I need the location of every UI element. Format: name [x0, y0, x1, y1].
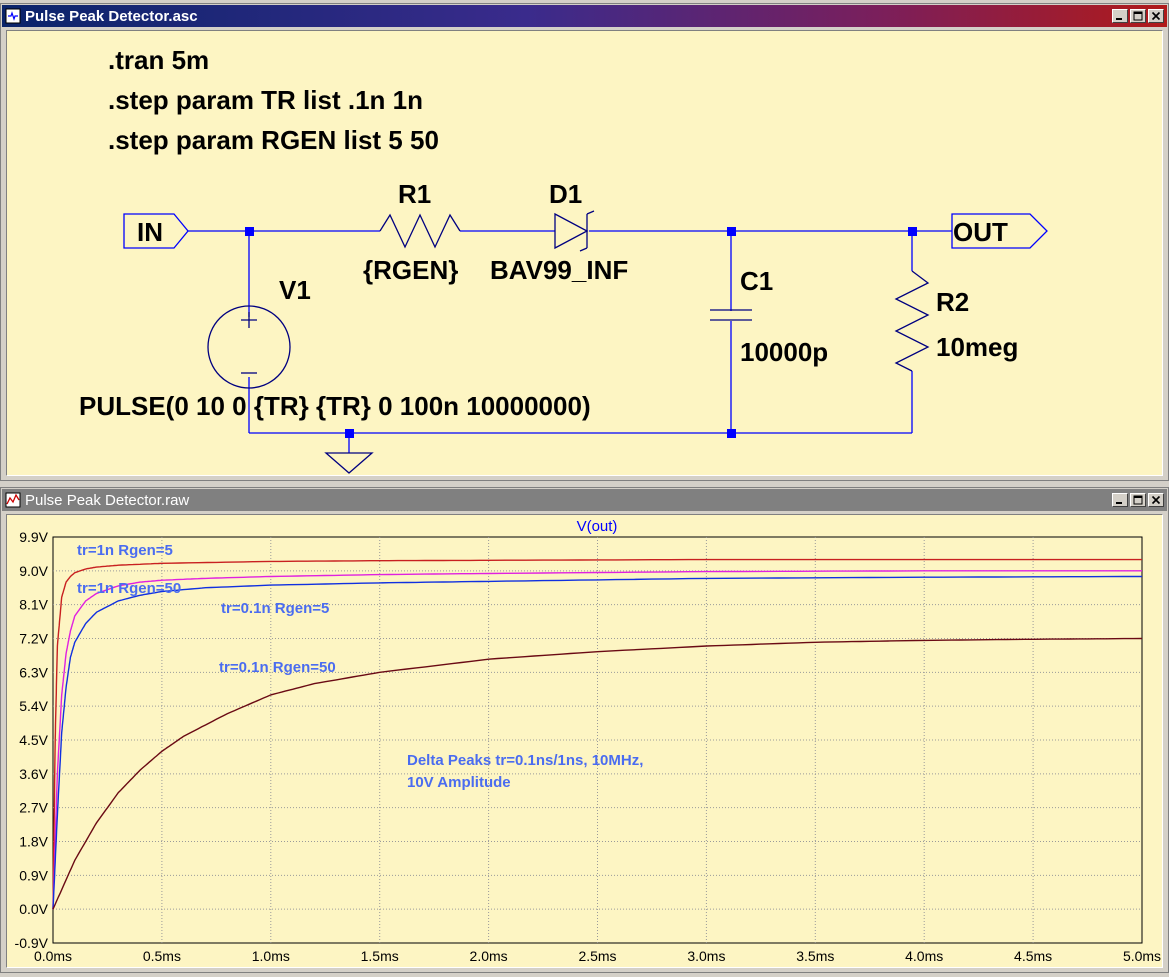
in-label-text: IN: [137, 217, 163, 247]
y-tick-label: 7.2V: [19, 631, 48, 647]
diode-d1[interactable]: D1 BAV99_INF: [490, 179, 628, 285]
annotation-line-2[interactable]: 10V Amplitude: [407, 774, 511, 791]
ground-symbol[interactable]: [324, 452, 374, 474]
waveform-viewer[interactable]: 0.0ms 0.5ms 1.0ms 1.5ms 2.0ms 2.5ms 3.0ms 3.5ms…: [6, 514, 1163, 968]
minimize-icon: [1116, 502, 1122, 504]
label-tr1n-rgen5[interactable]: tr=1n Rgen=5: [77, 542, 173, 559]
v1-ref: V1: [279, 275, 311, 305]
y-tick-label: 1.8V: [19, 834, 48, 850]
x-tick-label: 3.0ms: [687, 948, 725, 964]
grid: [53, 537, 1142, 943]
x-tick-label: 0.5ms: [143, 948, 181, 964]
trace-title[interactable]: V(out): [577, 518, 618, 535]
waveform-plot[interactable]: 0.0ms 0.5ms 1.0ms 1.5ms 2.0ms 2.5ms 3.0ms 3.5ms…: [7, 515, 1163, 968]
r2-value: 10meg: [936, 332, 1018, 362]
x-tick-label: 1.0ms: [252, 948, 290, 964]
out-label-text: OUT: [953, 217, 1008, 247]
schematic-canvas[interactable]: .tran 5m .step param TR list .1n 1n .ste…: [6, 30, 1163, 476]
x-tick-label: 3.5ms: [796, 948, 834, 964]
schematic-drawing: .tran 5m .step param TR list .1n 1n .ste…: [79, 45, 1048, 474]
label-tr1n-rgen50[interactable]: tr=1n Rgen=50: [77, 580, 181, 597]
close-button[interactable]: [1148, 9, 1164, 23]
minimize-button[interactable]: [1112, 9, 1128, 23]
schematic-window: Pulse Peak Detector.asc .tran 5m .step p…: [0, 3, 1169, 481]
capacitor-c1[interactable]: C1 10000p: [710, 266, 828, 367]
y-tick-label: 9.0V: [19, 563, 48, 579]
x-tick-label: 4.0ms: [905, 948, 943, 964]
restore-icon: [1133, 495, 1143, 505]
resistor-r2[interactable]: R2 10meg: [894, 270, 1018, 372]
y-tick-label: 6.3V: [19, 664, 48, 680]
net-label-out[interactable]: OUT: [951, 213, 1048, 249]
y-tick-label: -0.9V: [15, 935, 49, 951]
d1-value: BAV99_INF: [490, 255, 628, 285]
restore-button[interactable]: [1130, 9, 1146, 23]
close-icon: [1151, 11, 1161, 21]
y-tick-label: 5.4V: [19, 698, 48, 714]
x-tick-label: 4.5ms: [1014, 948, 1052, 964]
r2-ref: R2: [936, 287, 969, 317]
y-tick-label: 2.7V: [19, 800, 48, 816]
schematic-titlebar[interactable]: Pulse Peak Detector.asc: [2, 5, 1167, 27]
plot-title: Pulse Peak Detector.raw: [25, 491, 190, 509]
y-tick-label: 0.0V: [19, 901, 48, 917]
plot-titlebar[interactable]: Pulse Peak Detector.raw: [2, 489, 1167, 511]
minimize-icon: [1116, 18, 1122, 20]
annotation-line-1[interactable]: Delta Peaks tr=0.1ns/1ns, 10MHz,: [407, 752, 643, 769]
directive-tran[interactable]: .tran 5m: [108, 45, 209, 75]
d1-ref: D1: [549, 179, 582, 209]
directive-step-rgen[interactable]: .step param RGEN list 5 50: [108, 125, 439, 155]
resistor-r1[interactable]: R1 {RGEN}: [363, 179, 461, 285]
plot-minimize-button[interactable]: [1112, 493, 1128, 507]
label-tr01n-rgen5[interactable]: tr=0.1n Rgen=5: [221, 600, 329, 617]
net-label-in[interactable]: IN: [123, 213, 189, 249]
y-tick-label: 0.9V: [19, 867, 48, 883]
x-tick-label: 5.0ms: [1123, 948, 1161, 964]
c1-ref: C1: [740, 266, 773, 296]
plot-restore-button[interactable]: [1130, 493, 1146, 507]
directive-step-tr[interactable]: .step param TR list .1n 1n: [108, 85, 423, 115]
voltage-source-v1[interactable]: V1 PULSE(0 10 0 {TR} {TR} 0 100n 1000000…: [79, 275, 591, 421]
y-tick-label: 9.9V: [19, 529, 48, 545]
plot-close-button[interactable]: [1148, 493, 1164, 507]
x-tick-label: 2.0ms: [470, 948, 508, 964]
trace-3[interactable]: [52, 575, 1142, 910]
axis-ticks: 0.0ms 0.5ms 1.0ms 1.5ms 2.0ms 2.5ms 3.0ms 3.5ms…: [15, 529, 1162, 964]
schematic-title: Pulse Peak Detector.asc: [25, 7, 198, 25]
label-tr01n-rgen50[interactable]: tr=0.1n Rgen=50: [219, 659, 336, 676]
schematic-icon: [5, 8, 21, 24]
x-tick-label: 1.5ms: [361, 948, 399, 964]
plot-window: Pulse Peak Detector.raw 0.0ms 0.5ms 1.0ms 1…: [0, 487, 1169, 973]
restore-icon: [1133, 11, 1143, 21]
r1-ref: R1: [398, 179, 431, 209]
waveform-icon: [5, 492, 21, 508]
r1-value: {RGEN}: [363, 255, 458, 285]
v1-value: PULSE(0 10 0 {TR} {TR} 0 100n 10000000): [79, 391, 591, 421]
c1-value: 10000p: [740, 337, 828, 367]
y-tick-label: 8.1V: [19, 597, 48, 613]
x-tick-label: 2.5ms: [578, 948, 616, 964]
close-icon: [1151, 495, 1161, 505]
y-tick-label: 4.5V: [19, 732, 48, 748]
y-tick-label: 3.6V: [19, 766, 48, 782]
trace-4[interactable]: [52, 637, 1143, 910]
